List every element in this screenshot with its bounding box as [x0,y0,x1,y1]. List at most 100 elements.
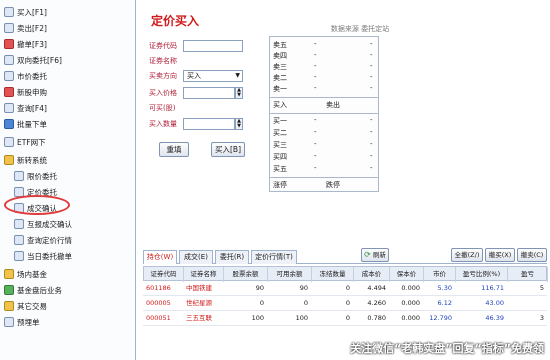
direction-select[interactable]: 买入 ▼ [183,70,243,82]
divider [270,177,378,178]
refresh-button[interactable]: ⟳ 刷新 [361,248,389,262]
sidebar-item-label: 限价委托 [27,171,57,181]
table-row[interactable]: 000005 世纪星源 0 0 0 4.260 0.000 6.12 43.00 [143,296,547,311]
sidebar-item[interactable]: 批量下单 [4,116,47,132]
bid-row-label: 买三 [273,141,287,149]
price-input[interactable] [183,87,235,99]
document-icon [14,171,24,181]
qty-stepper[interactable]: ▲ ▼ [235,118,243,130]
tab-positions[interactable]: 持仓(W) [143,250,177,264]
sidebar-item[interactable]: 场内基金 [4,266,47,282]
tab-quotes[interactable]: 定价行情(T) [251,250,297,264]
qty-label: 买入数量 [149,120,177,128]
qty-input[interactable] [183,118,235,130]
code-input[interactable] [183,40,243,52]
sidebar-item[interactable]: 互报成交确认 [14,216,72,232]
sidebar-item[interactable]: 买入[F1] [4,4,47,20]
column-header[interactable]: 可用余额 [268,267,312,282]
document-icon [4,285,14,295]
sidebar-item[interactable]: 查询定价行情 [14,232,72,248]
sidebar-item[interactable]: 新转系统 [4,152,47,168]
table-cell: 6.12 [437,299,452,307]
table-cell: 4.260 [367,299,386,307]
table-cell [507,296,547,311]
column-header[interactable]: 盈亏比例(%) [456,267,508,282]
table-cell: 中国铁建 [186,284,212,292]
ask-row-label: 卖二 [273,74,287,82]
table-cell: 12.790 [429,314,452,322]
sidebar-item-label: 双向委托[F6] [17,55,62,65]
table-cell: 100 [295,314,308,322]
sidebar-item-label: 新股申购 [17,87,47,97]
cancel-sell-button[interactable]: 撤卖(C) [517,248,547,262]
sidebar-item-label: 新转系统 [17,155,47,165]
watermark: 关注微信“老韩实盘”回复“指标”免费领 [350,342,544,355]
sidebar-item-label: 其它交易 [17,301,47,311]
column-header[interactable]: 证券代码 [144,267,184,282]
bid-row-price: - [314,152,317,160]
cancel-buy-button[interactable]: 撤买(X) [485,248,515,262]
tab-orders[interactable]: 委托(R) [215,250,249,264]
limit-up-label: 涨停 [273,181,287,189]
bid-row: 买四 - - [270,152,378,163]
navigation-tree: 买入[F1] 卖出[F2] 撤单[F3] 双向委托[F6] 市价委托新股申购查询[F4]… [0,0,136,360]
refresh-icon: ⟳ [364,250,371,259]
table-cell: 90 [299,284,308,292]
cancel-all-button[interactable]: 全撤(Z/) [451,248,483,262]
table-cell: 100 [251,314,264,322]
sidebar-item[interactable]: 双向委托[F6] [4,52,62,68]
sidebar-item-label: 基金盘后业务 [17,285,62,295]
ask-row-label: 卖三 [273,63,287,71]
limit-row: 涨停 跌停 [270,180,378,191]
column-header[interactable]: 保本价 [390,267,424,282]
sidebar-item[interactable]: 卖出[F2] [4,20,47,36]
orderbook: 卖五 - - 卖四 - - 卖三 - - 卖二 - - 卖一 - - 买入 卖出 买一 - - 买二 - - 买三 - - 买四 - -… [269,36,379,192]
table-cell: 三五互联 [186,314,212,322]
ask-row-volume: - [370,62,373,70]
sidebar-item[interactable]: 其它交易 [4,298,47,314]
tab-trades[interactable]: 成交(E) [179,250,213,264]
price-label: 买入价格 [149,89,177,97]
mid-row: 买入 卖出 [270,100,378,111]
bid-row-label: 买二 [273,129,287,137]
sidebar-item-label: 预埋单 [17,317,40,327]
sidebar-item[interactable]: 撤单[F3] [4,36,47,52]
sidebar-item[interactable]: 当日委托撤单 [14,248,72,264]
document-icon [14,235,24,245]
sidebar-item[interactable]: 限价委托 [14,168,57,184]
table-cell: 116.71 [481,284,504,292]
bid-row-price: - [314,164,317,172]
direction-value: 买入 [187,72,201,80]
price-stepper[interactable]: ▲ ▼ [235,87,243,99]
column-header[interactable]: 冻结数量 [312,267,354,282]
sidebar-item[interactable]: 基金盘后业务 [4,282,62,298]
table-row[interactable]: 000051 三五互联 100 100 0 0.780 0.000 12.790 46.39 3 [143,311,547,326]
column-header[interactable]: 盈亏 [508,267,548,282]
table-cell: 601186 [146,284,171,292]
sidebar-item[interactable]: 查询[F4] [4,100,47,116]
sidebar-item-label: 卖出[F2] [17,23,47,33]
ask-row-volume: - [370,84,373,92]
sidebar-item[interactable]: 新股申购 [4,84,47,100]
column-header[interactable]: 股票余额 [224,267,268,282]
reset-button[interactable]: 重填 [159,142,189,157]
table-cell: 0.000 [401,284,420,292]
sidebar-item[interactable]: 预埋单 [4,314,40,330]
document-icon [14,251,24,261]
mid-right: 卖出 [326,101,340,109]
ask-row-price: - [314,40,317,48]
table-cell: 5 [539,284,544,292]
table-cell: 0.000 [401,299,420,307]
column-header[interactable]: 证券名称 [184,267,224,282]
column-header[interactable]: 市价 [424,267,456,282]
highlight-circle [4,195,70,215]
table-cell: 3 [539,314,544,322]
table-row[interactable]: 601186 中国铁建 90 90 0 4.494 0.000 5.30 116.71 5 [143,281,547,296]
document-icon [4,23,14,33]
table-cell: 000005 [146,299,171,307]
sidebar-item[interactable]: ETF网下 [4,134,46,150]
code-label: 证券代码 [149,42,177,50]
sidebar-item[interactable]: 市价委托 [4,68,47,84]
buy-button[interactable]: 买入[B] [211,142,245,157]
column-header[interactable]: 成本价 [354,267,390,282]
